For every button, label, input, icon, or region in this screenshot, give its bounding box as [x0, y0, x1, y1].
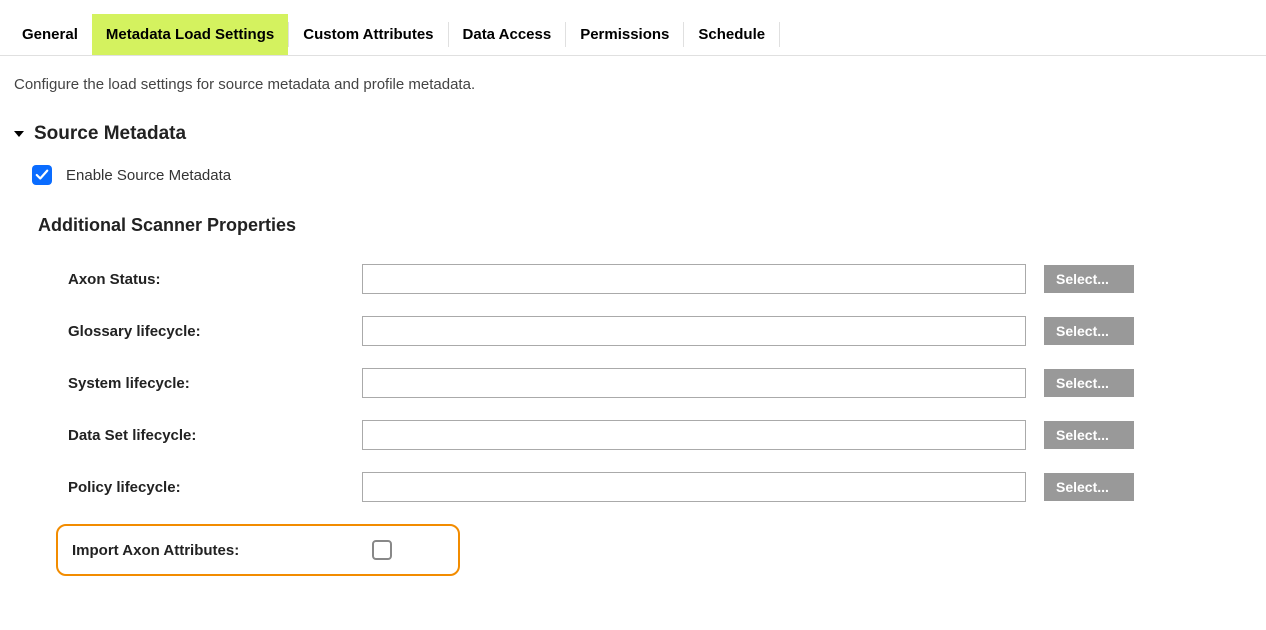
glossary-lifecycle-input[interactable]: [362, 316, 1026, 346]
policy-lifecycle-label: Policy lifecycle:: [68, 479, 362, 496]
system-lifecycle-input[interactable]: [362, 368, 1026, 398]
tab-data-access[interactable]: Data Access: [449, 14, 566, 55]
policy-lifecycle-select-button[interactable]: Select...: [1044, 473, 1134, 501]
import-axon-attributes-checkbox[interactable]: [372, 540, 392, 560]
system-lifecycle-row: System lifecycle: Select...: [68, 368, 1252, 398]
tab-divider: [779, 22, 780, 47]
additional-scanner-properties: Additional Scanner Properties Axon Statu…: [38, 215, 1252, 576]
axon-status-label: Axon Status:: [68, 271, 362, 288]
glossary-lifecycle-label: Glossary lifecycle:: [68, 323, 362, 340]
data-set-lifecycle-input[interactable]: [362, 420, 1026, 450]
section-title: Source Metadata: [34, 123, 186, 145]
glossary-lifecycle-row: Glossary lifecycle: Select...: [68, 316, 1252, 346]
tab-custom-attributes[interactable]: Custom Attributes: [289, 14, 447, 55]
axon-status-row: Axon Status: Select...: [68, 264, 1252, 294]
import-axon-attributes-row: Import Axon Attributes:: [56, 524, 460, 576]
enable-source-metadata-label: Enable Source Metadata: [66, 167, 231, 184]
tab-schedule[interactable]: Schedule: [684, 14, 779, 55]
glossary-lifecycle-select-button[interactable]: Select...: [1044, 317, 1134, 345]
page-description: Configure the load settings for source m…: [14, 76, 1252, 93]
section-header: Source Metadata: [14, 123, 1252, 145]
content-area: Configure the load settings for source m…: [0, 56, 1266, 596]
axon-status-select-button[interactable]: Select...: [1044, 265, 1134, 293]
system-lifecycle-label: System lifecycle:: [68, 375, 362, 392]
data-set-lifecycle-select-button[interactable]: Select...: [1044, 421, 1134, 449]
subsection-title: Additional Scanner Properties: [38, 215, 1252, 236]
import-axon-attributes-label: Import Axon Attributes:: [72, 542, 372, 559]
tab-permissions[interactable]: Permissions: [566, 14, 683, 55]
tabs-bar: General Metadata Load Settings Custom At…: [0, 0, 1266, 56]
data-set-lifecycle-row: Data Set lifecycle: Select...: [68, 420, 1252, 450]
check-icon: [35, 168, 49, 182]
policy-lifecycle-row: Policy lifecycle: Select...: [68, 472, 1252, 502]
caret-down-icon[interactable]: [14, 131, 24, 137]
tab-general[interactable]: General: [8, 14, 92, 55]
enable-source-metadata-row: Enable Source Metadata: [32, 165, 1252, 185]
system-lifecycle-select-button[interactable]: Select...: [1044, 369, 1134, 397]
data-set-lifecycle-label: Data Set lifecycle:: [68, 427, 362, 444]
policy-lifecycle-input[interactable]: [362, 472, 1026, 502]
enable-source-metadata-checkbox[interactable]: [32, 165, 52, 185]
axon-status-input[interactable]: [362, 264, 1026, 294]
tab-metadata-load-settings[interactable]: Metadata Load Settings: [92, 14, 288, 55]
